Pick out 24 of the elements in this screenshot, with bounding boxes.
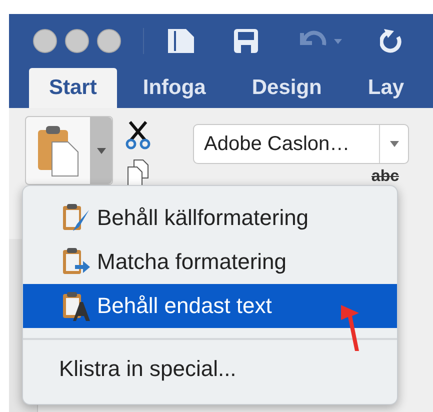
menu-item[interactable]: Behåll källformatering xyxy=(23,196,397,240)
maximize-window-button[interactable] xyxy=(97,29,121,53)
sidebar-page-icon[interactable] xyxy=(166,27,196,55)
caret-icon xyxy=(96,148,106,154)
menu-item[interactable]: Klistra in special... xyxy=(23,344,397,394)
minimize-window-button[interactable] xyxy=(65,29,89,53)
clipboard-icon xyxy=(36,124,80,178)
ribbon-tab[interactable]: Design xyxy=(232,68,342,108)
ribbon-tab[interactable]: Infoga xyxy=(122,68,226,108)
strikethrough-button[interactable]: abc xyxy=(371,168,399,186)
clipboard-letter-icon xyxy=(61,290,91,322)
menu-item[interactable]: Matcha formatering xyxy=(23,240,397,284)
scissors-icon[interactable] xyxy=(125,120,151,150)
save-icon[interactable] xyxy=(232,27,260,55)
ribbon-tab[interactable]: Lay xyxy=(348,68,424,108)
menu-item[interactable]: Behåll endast text xyxy=(23,284,397,328)
redo-icon[interactable] xyxy=(380,27,404,55)
font-field[interactable]: Adobe Caslon… xyxy=(193,124,409,164)
close-window-button[interactable] xyxy=(33,29,57,53)
ribbon-tab[interactable]: Start xyxy=(29,68,117,108)
copy-icon[interactable] xyxy=(125,158,151,188)
clipboard-brush-icon xyxy=(61,202,91,234)
caret-icon xyxy=(390,141,398,147)
paste-button[interactable] xyxy=(25,116,113,185)
